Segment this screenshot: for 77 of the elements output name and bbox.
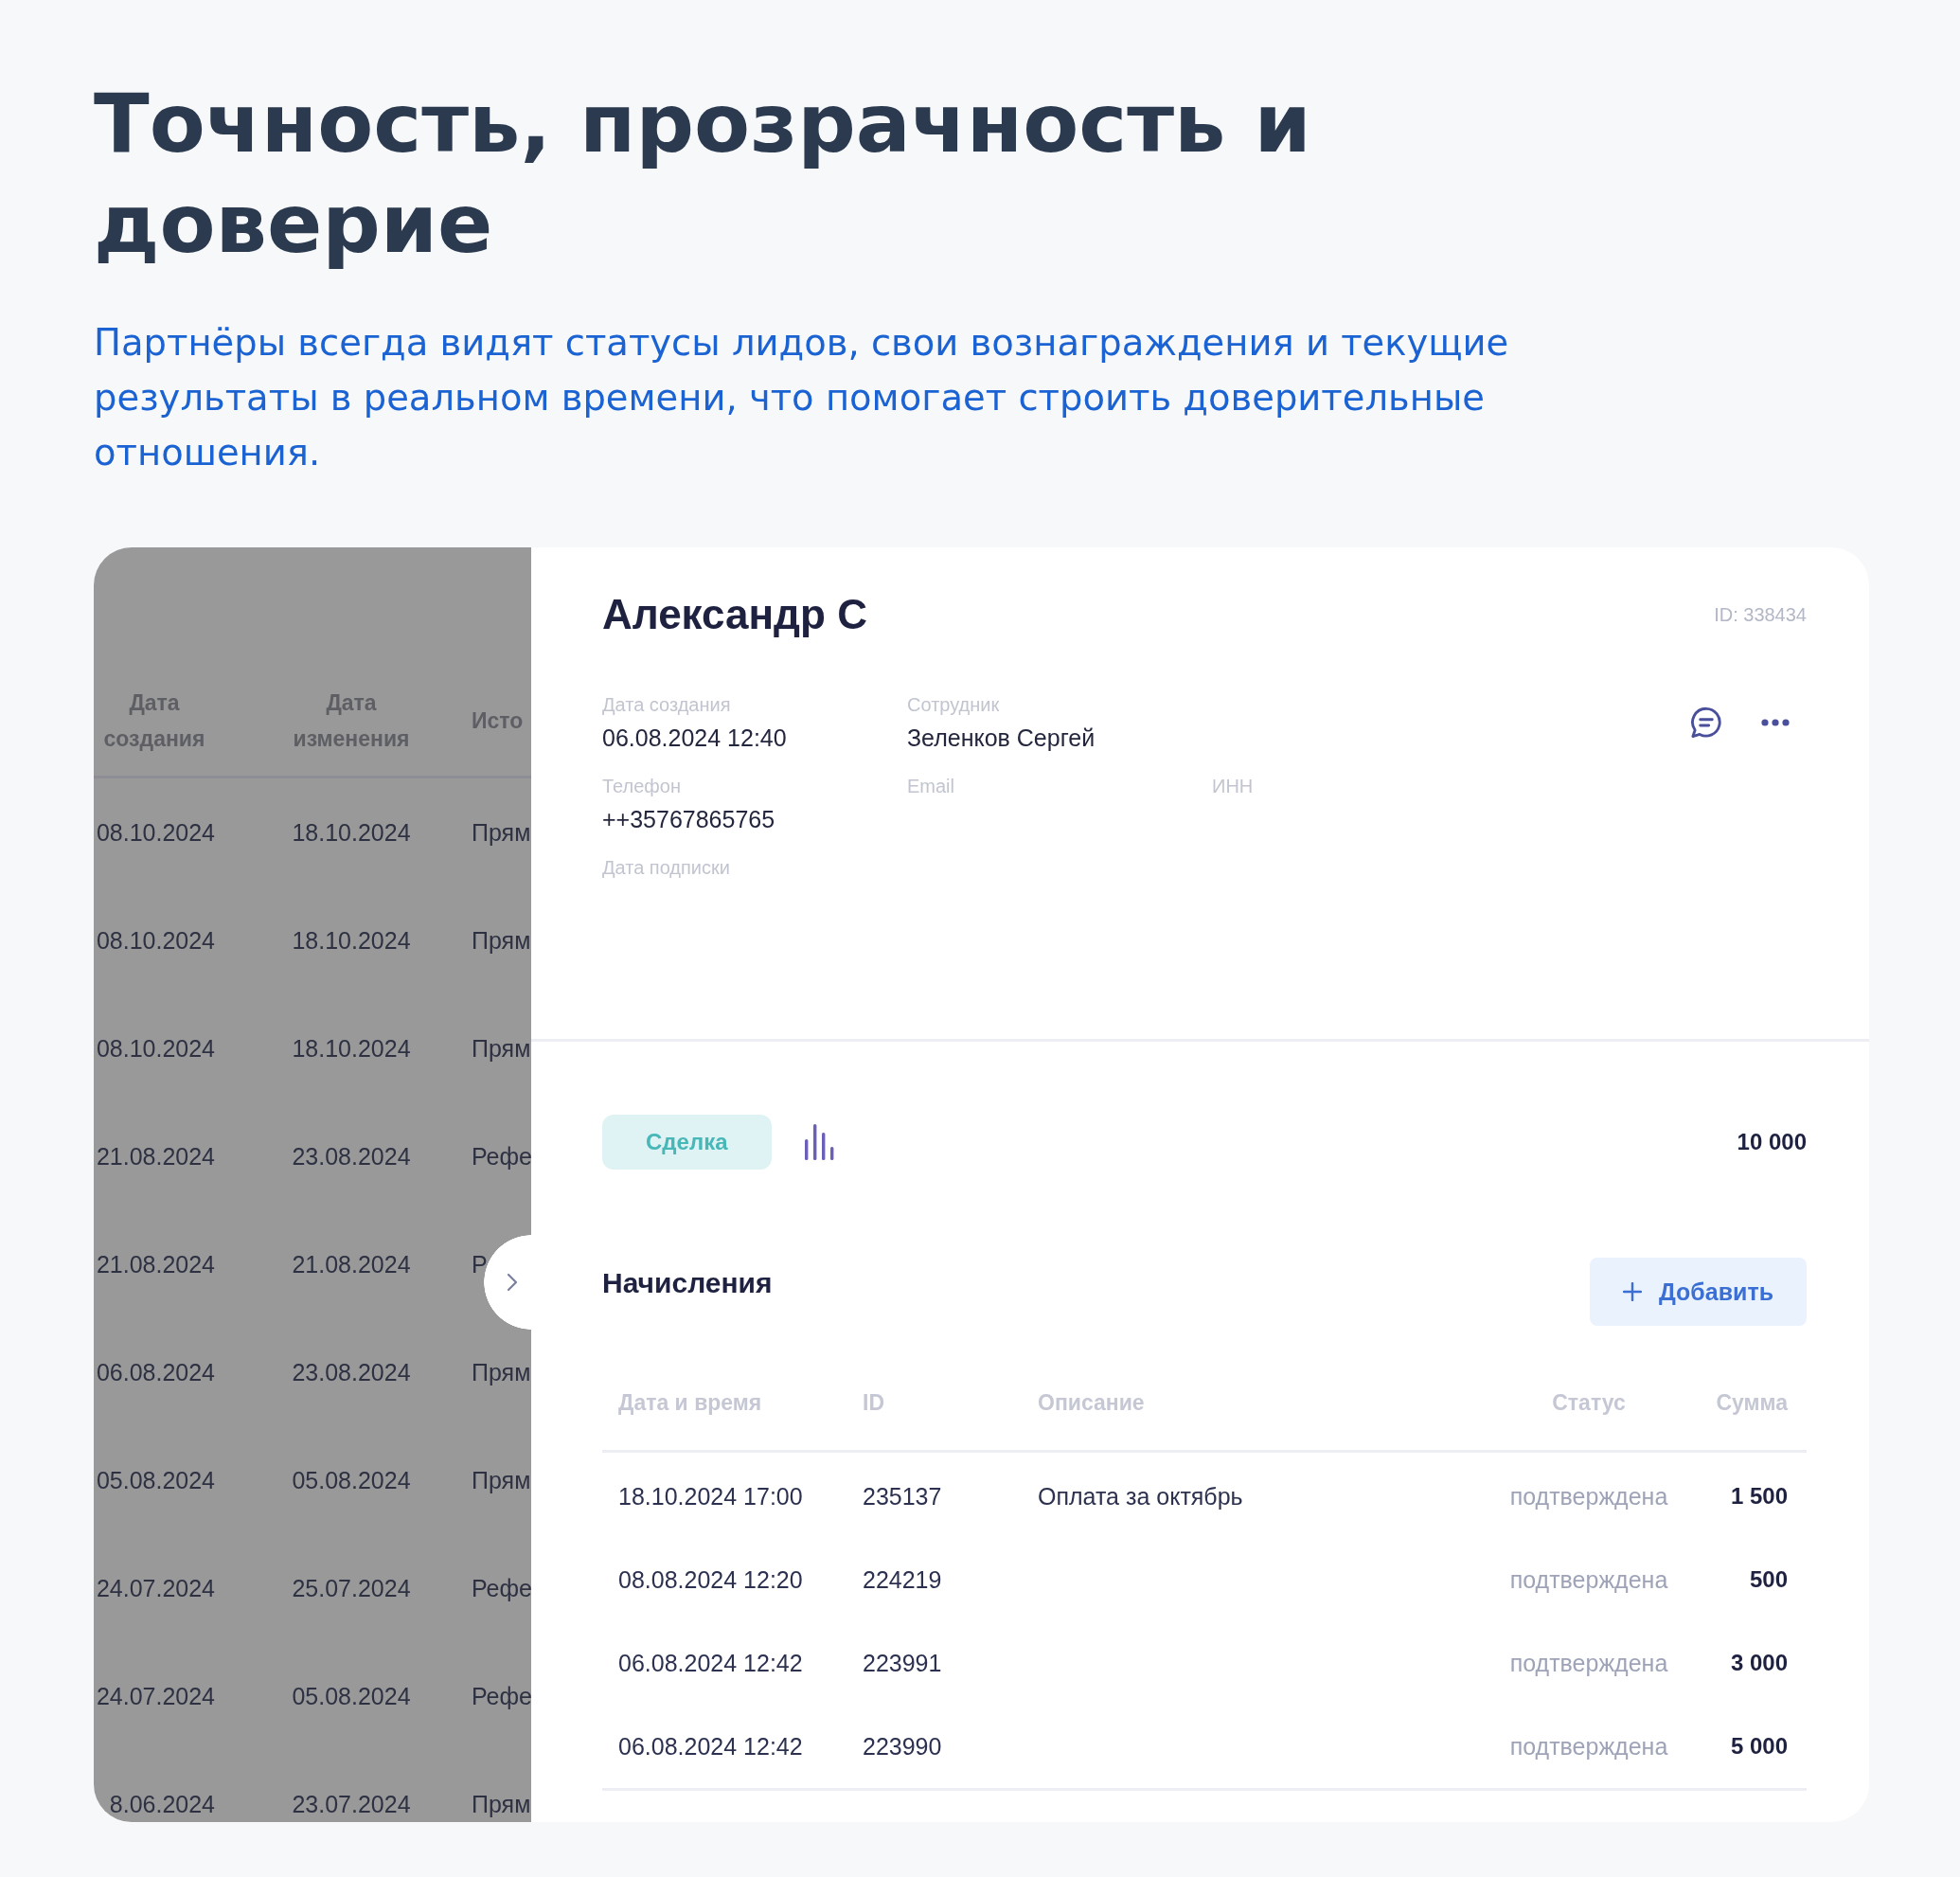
table-cell-text: 223990 bbox=[863, 1732, 943, 1761]
chat-icon[interactable] bbox=[1689, 706, 1723, 740]
table-cell-text: 05.08.2024 bbox=[95, 1466, 215, 1494]
table-cell-text: 8.06.2024 bbox=[108, 1790, 215, 1818]
field-label: Дата создания bbox=[602, 693, 731, 717]
table-cell-text: 21.08.2024 bbox=[291, 1250, 412, 1278]
status-text: подтверждена bbox=[1508, 1482, 1669, 1511]
field-value: Зеленков Сергей bbox=[907, 724, 1096, 753]
accruals-title: Начисления bbox=[602, 1266, 773, 1300]
table-cell: Прям bbox=[472, 1791, 531, 1817]
page-title: Точность, прозрачность и доверие bbox=[94, 75, 1312, 273]
more-icon[interactable] bbox=[1761, 719, 1790, 726]
table-cell-text: 05.08.2024 bbox=[291, 1466, 412, 1494]
field-label: Телефон bbox=[602, 775, 681, 798]
column-header: Дата создания bbox=[102, 689, 206, 753]
field-label: Сотрудник bbox=[907, 693, 1000, 717]
bar-chart-icon[interactable] bbox=[802, 1124, 835, 1160]
column-header: Описание bbox=[1038, 1389, 1146, 1417]
stage-tag: Сделка bbox=[602, 1115, 772, 1170]
table-cell: Рефе bbox=[472, 1683, 531, 1709]
table-cell-text: 224219 bbox=[863, 1565, 943, 1594]
column-header: ID bbox=[863, 1389, 885, 1417]
table-cell-text: 24.07.2024 bbox=[95, 1682, 215, 1710]
field-value: 06.08.2024 12:40 bbox=[602, 724, 787, 753]
column-header: Дата и время bbox=[617, 1389, 763, 1417]
table-cell-text: 25.07.2024 bbox=[291, 1574, 412, 1602]
table-cell: Прям bbox=[472, 927, 531, 954]
table-cell-text: 23.07.2024 bbox=[291, 1790, 412, 1818]
table-cell-text: 08.10.2024 bbox=[95, 926, 215, 955]
table-cell-text: 06.08.2024 bbox=[95, 1358, 215, 1386]
table-cell-text: 21.08.2024 bbox=[95, 1250, 215, 1278]
status-text: подтверждена bbox=[1508, 1732, 1669, 1761]
deal-amount: 10 000 bbox=[1737, 1129, 1807, 1155]
amount-cell-text: 500 bbox=[1748, 1565, 1789, 1594]
table-cell: Р bbox=[472, 1251, 488, 1278]
table-cell-text: 08.10.2024 bbox=[95, 1034, 215, 1063]
amount-cell-text: 3 000 bbox=[1729, 1649, 1789, 1677]
description-text: Партнёры всегда видят статусы лидов, свои вознаграждения и текущие результаты в реальном времени, что помогает строить доверительные отношения. bbox=[94, 320, 1510, 475]
column-header: Исто bbox=[472, 707, 525, 735]
table-cell-text: 18.10.2024 bbox=[291, 926, 412, 955]
table-cell-text: 18.10.2024 17:00 bbox=[617, 1482, 804, 1511]
field-label: Дата подписки bbox=[602, 856, 730, 880]
table-cell-text: 223991 bbox=[863, 1649, 943, 1677]
table-cell: Прям bbox=[472, 1467, 531, 1493]
column-header: Статус bbox=[1551, 1389, 1627, 1417]
column-header: Дата изменения bbox=[292, 689, 411, 753]
column-header: Сумма bbox=[1715, 1389, 1790, 1417]
table-cell-text: Оплата за октябрь bbox=[1038, 1482, 1244, 1511]
table-cell-text: 06.08.2024 12:42 bbox=[617, 1649, 804, 1677]
field-value: ++35767865765 bbox=[602, 805, 775, 834]
amount-cell-text: 1 500 bbox=[1729, 1482, 1789, 1511]
table-cell-text: 18.10.2024 bbox=[291, 1034, 412, 1063]
amount-cell-text: 5 000 bbox=[1729, 1732, 1789, 1761]
table-cell-text: 08.08.2024 12:20 bbox=[617, 1565, 804, 1594]
table-cell-text: 06.08.2024 12:42 bbox=[617, 1732, 804, 1761]
table-cell-text: 23.08.2024 bbox=[291, 1358, 412, 1386]
table-cell: Рефе bbox=[472, 1575, 531, 1601]
table-cell-text: 05.08.2024 bbox=[291, 1682, 412, 1710]
lead-name: Александр С bbox=[602, 590, 867, 639]
chevron-right-icon bbox=[507, 1273, 518, 1292]
table-cell: Прям bbox=[472, 1359, 531, 1385]
status-text: подтверждена bbox=[1508, 1565, 1669, 1594]
table-cell: Рефе bbox=[472, 1143, 531, 1170]
table-cell: Прям bbox=[472, 1035, 531, 1062]
table-cell-text: 235137 bbox=[863, 1482, 943, 1511]
add-button[interactable]: Добавить bbox=[1590, 1258, 1807, 1326]
status-text: подтверждена bbox=[1508, 1649, 1669, 1677]
field-label: Email bbox=[907, 775, 954, 798]
table-cell-text: 23.08.2024 bbox=[291, 1142, 412, 1171]
table-cell: Прям bbox=[472, 819, 531, 846]
table-cell-text: 21.08.2024 bbox=[95, 1142, 215, 1171]
table-cell-text: 18.10.2024 bbox=[291, 818, 412, 847]
table-cell-text: 08.10.2024 bbox=[95, 818, 215, 847]
plus-icon bbox=[1622, 1282, 1642, 1301]
table-cell-text: 24.07.2024 bbox=[95, 1574, 215, 1602]
field-label: ИНН bbox=[1212, 775, 1254, 798]
lead-id: ID: 338434 bbox=[1714, 603, 1807, 626]
